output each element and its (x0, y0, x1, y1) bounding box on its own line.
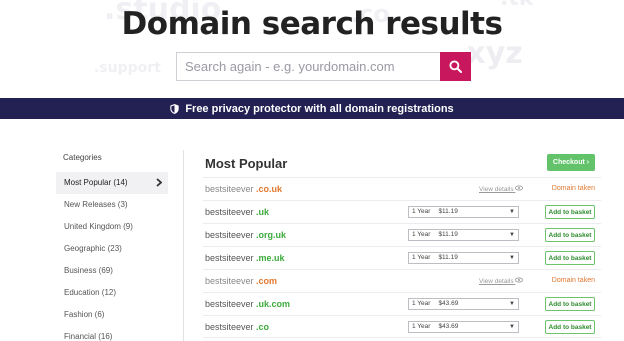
domain-base: bestsiteever (205, 322, 254, 332)
domain-base: bestsiteever (205, 230, 254, 240)
domain-tld: .uk (256, 207, 270, 217)
domain-row: bestsiteever .uk 1 Year $11.19 ▼ Add to ba… (203, 200, 601, 223)
caret-down-icon: ▼ (509, 324, 515, 330)
add-to-basket-button[interactable]: Add to basket (545, 251, 595, 265)
category-label: Education (12) (64, 288, 117, 297)
domain-tld: .uk.com (256, 299, 291, 309)
category-new-releases[interactable]: New Releases (3) (56, 194, 180, 216)
search-icon (449, 60, 462, 73)
domain-tld: .co (256, 322, 270, 332)
add-to-basket-button[interactable]: Add to basket (545, 320, 595, 334)
search-button[interactable] (440, 52, 471, 81)
category-most-popular[interactable]: Most Popular (14) (56, 172, 168, 194)
hero: .studio .support .xyz .co .tk Domain sea… (0, 0, 624, 98)
checkout-button[interactable]: Checkout › (547, 154, 595, 171)
category-label: Geographic (23) (64, 244, 122, 253)
domain-results: bestsiteever .co.uk View details Domain … (203, 177, 601, 338)
domain-base: bestsiteever (205, 299, 254, 309)
add-to-basket-button[interactable]: Add to basket (545, 297, 595, 311)
section-title: Most Popular (205, 156, 288, 171)
domain-name: bestsiteever .uk.com (205, 299, 290, 309)
caret-down-icon: ▼ (509, 301, 515, 307)
category-business[interactable]: Business (69) (56, 260, 180, 282)
category-financial[interactable]: Financial (16) (56, 326, 180, 341)
domain-name: bestsiteever .co (205, 322, 269, 332)
category-united-kingdom[interactable]: United Kingdom (9) (56, 216, 180, 238)
domain-taken-label: Domain taken (551, 185, 595, 192)
period-label: 1 Year (412, 254, 431, 261)
price-label: $43.69 (438, 300, 459, 307)
category-geographic[interactable]: Geographic (23) (56, 238, 180, 260)
domain-tld: .me.uk (256, 253, 285, 263)
domain-base: bestsiteever (205, 207, 254, 217)
domain-name: bestsiteever .me.uk (205, 253, 285, 263)
period-select[interactable]: 1 Year $43.69 ▼ (408, 321, 519, 333)
domain-base: bestsiteever (205, 184, 254, 194)
domain-tld: .org.uk (256, 230, 287, 240)
price-label: $43.69 (438, 323, 459, 330)
domain-base: bestsiteever (205, 276, 254, 286)
domain-row: bestsiteever .co.uk View details Domain … (203, 177, 601, 200)
shield-icon (170, 103, 179, 114)
price-label: $11.19 (438, 208, 458, 215)
privacy-banner: Free privacy protector with all domain r… (0, 98, 624, 119)
period-label: 1 Year (412, 323, 431, 330)
page-title: Domain search results (121, 6, 503, 42)
domain-taken-label: Domain taken (551, 277, 595, 284)
add-to-basket-button[interactable]: Add to basket (545, 228, 595, 242)
background-word: .support (94, 60, 161, 76)
sidebar-divider (183, 150, 184, 341)
category-label: Business (69) (64, 266, 113, 275)
domain-row: bestsiteever .uk.com 1 Year $43.69 ▼ Add t… (203, 292, 601, 315)
domain-row: bestsiteever .org.uk 1 Year $11.19 ▼ Add t… (203, 223, 601, 246)
category-label: United Kingdom (9) (64, 222, 133, 231)
view-details-link[interactable]: View details (479, 277, 524, 285)
period-select[interactable]: 1 Year $11.19 ▼ (408, 229, 519, 241)
eye-icon (515, 185, 524, 191)
category-label: Fashion (6) (64, 310, 105, 319)
banner-text: Free privacy protector with all domain r… (185, 102, 454, 115)
category-fashion[interactable]: Fashion (6) (56, 304, 180, 326)
domain-row: bestsiteever .me.uk 1 Year $11.19 ▼ Add to… (203, 246, 601, 269)
domain-row: bestsiteever .com View details Domain ta… (203, 269, 601, 292)
period-label: 1 Year (412, 300, 431, 307)
period-select[interactable]: 1 Year $11.19 ▼ (408, 206, 519, 218)
view-details-link[interactable]: View details (479, 185, 524, 193)
domain-name: bestsiteever .co.uk (205, 184, 282, 194)
category-label: Most Popular (14) (64, 178, 128, 187)
period-label: 1 Year (412, 208, 431, 215)
price-label: $11.19 (438, 254, 458, 261)
caret-down-icon: ▼ (509, 255, 515, 261)
caret-down-icon: ▼ (509, 209, 515, 215)
domain-base: bestsiteever (205, 253, 254, 263)
domain-row: bestsiteever .co 1 Year $43.69 ▼ Add to ba… (203, 315, 601, 338)
domain-tld: .co.uk (256, 184, 283, 194)
search-input[interactable] (176, 52, 440, 81)
add-to-basket-button[interactable]: Add to basket (545, 205, 595, 219)
period-label: 1 Year (412, 231, 431, 238)
price-label: $11.19 (438, 231, 458, 238)
category-label: New Releases (3) (64, 200, 128, 209)
eye-icon (515, 277, 524, 283)
chevron-right-icon (156, 178, 162, 187)
categories-heading: Categories (63, 153, 102, 162)
domain-name: bestsiteever .uk (205, 207, 269, 217)
period-select[interactable]: 1 Year $43.69 ▼ (408, 298, 519, 310)
category-sidebar: Categories Most Popular (14) New Release… (56, 150, 180, 341)
period-select[interactable]: 1 Year $11.19 ▼ (408, 252, 519, 264)
domain-name: bestsiteever .com (205, 276, 277, 286)
domain-name: bestsiteever .org.uk (205, 230, 286, 240)
domain-tld: .com (256, 276, 278, 286)
category-label: Financial (16) (64, 332, 113, 341)
category-education[interactable]: Education (12) (56, 282, 180, 304)
caret-down-icon: ▼ (509, 232, 515, 238)
